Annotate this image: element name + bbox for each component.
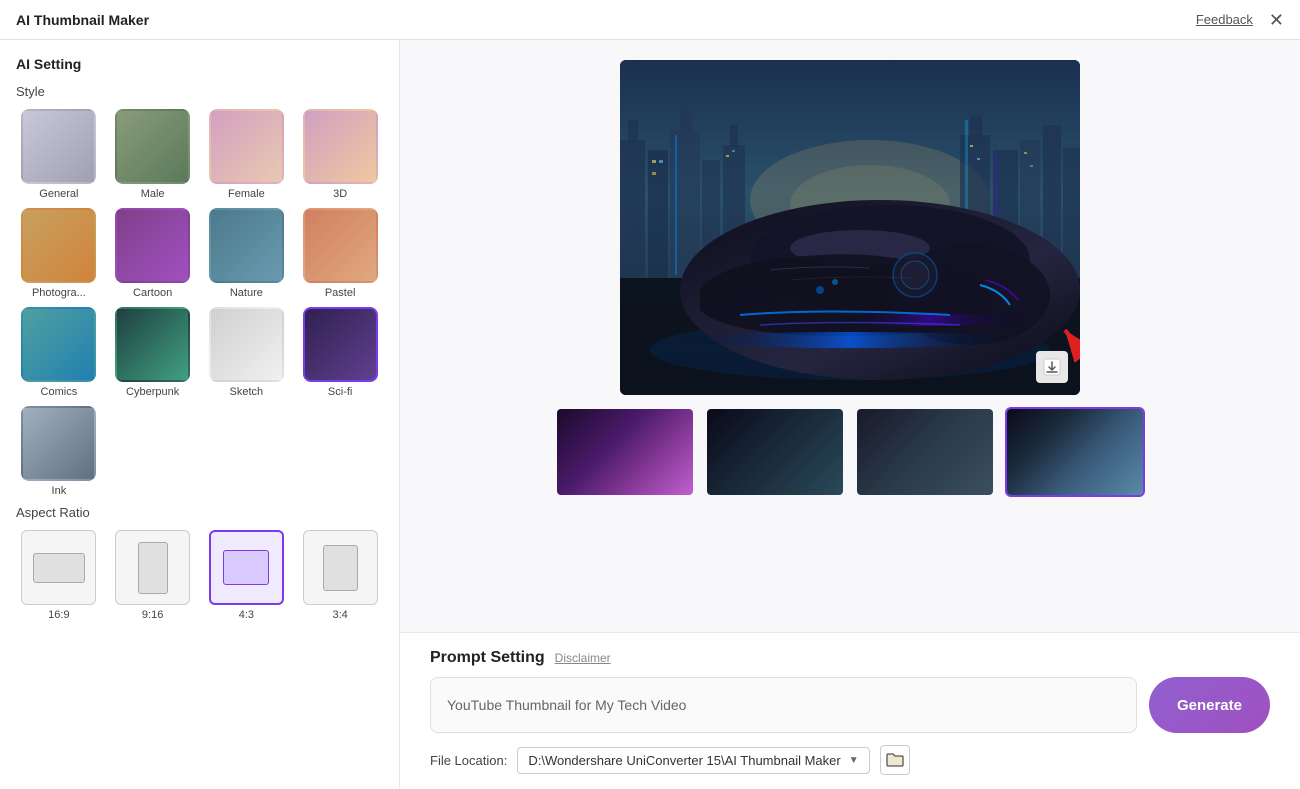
style-name-comics: Comics (41, 386, 78, 398)
style-name-photographic: Photogra... (32, 287, 86, 299)
prompt-input[interactable] (430, 677, 1137, 733)
style-name-general: General (39, 188, 78, 200)
close-button[interactable]: ✕ (1269, 11, 1284, 29)
prompt-header: Prompt Setting Disclaimer (430, 649, 1270, 667)
file-path-text: D:\Wondershare UniConverter 15\AI Thumbn… (528, 753, 840, 768)
aspect-inner-4-3 (223, 550, 269, 585)
aspect-box-4-3 (209, 530, 284, 605)
thumbnail-image-thumb3 (857, 409, 993, 495)
aspect-item-4-3[interactable]: 4:3 (204, 530, 290, 621)
style-item-female[interactable]: Female (204, 109, 290, 200)
style-image-comics (21, 307, 96, 382)
aspect-name-16-9: 16:9 (48, 609, 69, 621)
style-image-cartoon (115, 208, 190, 283)
style-image-3d (303, 109, 378, 184)
style-image-male (115, 109, 190, 184)
prompt-title: Prompt Setting (430, 649, 545, 667)
disclaimer-link[interactable]: Disclaimer (555, 651, 611, 665)
aspect-item-9-16[interactable]: 9:16 (110, 530, 196, 621)
style-image-photographic (21, 208, 96, 283)
main-layout: AI Setting Style General Male Female 3D Phot… (0, 40, 1300, 789)
download-button[interactable] (1036, 351, 1068, 383)
style-image-general (21, 109, 96, 184)
style-image-scifi (303, 307, 378, 382)
dropdown-arrow-icon: ▼ (849, 755, 859, 766)
aspect-name-4-3: 4:3 (239, 609, 254, 621)
style-item-cyberpunk[interactable]: Cyberpunk (110, 307, 196, 398)
aspect-inner-16-9 (33, 553, 85, 583)
title-bar-right: Feedback ✕ (1196, 11, 1284, 29)
thumbnail-strip (555, 407, 1145, 497)
title-bar-left: AI Thumbnail Maker (16, 12, 149, 28)
style-name-female: Female (228, 188, 265, 200)
thumbnail-image-thumb2 (707, 409, 843, 495)
title-bar: AI Thumbnail Maker Feedback ✕ (0, 0, 1300, 40)
thumbnail-thumb1[interactable] (555, 407, 695, 497)
prompt-row: Generate (430, 677, 1270, 733)
style-name-3d: 3D (333, 188, 347, 200)
style-label: Style (16, 84, 383, 99)
style-item-cartoon[interactable]: Cartoon (110, 208, 196, 299)
style-image-female (209, 109, 284, 184)
style-item-photographic[interactable]: Photogra... (16, 208, 102, 299)
style-name-cyberpunk: Cyberpunk (126, 386, 179, 398)
style-image-cyberpunk (115, 307, 190, 382)
preview-art (620, 60, 1080, 395)
bottom-section: Prompt Setting Disclaimer Generate File … (400, 632, 1300, 789)
style-name-cartoon: Cartoon (133, 287, 172, 299)
aspect-name-9-16: 9:16 (142, 609, 163, 621)
thumbnail-thumb2[interactable] (705, 407, 845, 497)
sidebar: AI Setting Style General Male Female 3D Phot… (0, 40, 400, 789)
style-item-3d[interactable]: 3D (297, 109, 383, 200)
aspect-grid: 16:9 9:16 4:3 3:4 (16, 530, 383, 621)
style-image-nature (209, 208, 284, 283)
preview-section (400, 40, 1300, 632)
style-item-ink[interactable]: Ink (16, 406, 102, 497)
aspect-box-3-4 (303, 530, 378, 605)
aspect-inner-3-4 (323, 545, 358, 591)
style-item-nature[interactable]: Nature (204, 208, 290, 299)
app-title: AI Thumbnail Maker (16, 12, 149, 28)
style-item-scifi[interactable]: Sci-fi (297, 307, 383, 398)
style-name-pastel: Pastel (325, 287, 356, 299)
aspect-box-16-9 (21, 530, 96, 605)
file-path-select[interactable]: D:\Wondershare UniConverter 15\AI Thumbn… (517, 747, 869, 774)
content-area: Prompt Setting Disclaimer Generate File … (400, 40, 1300, 789)
style-image-sketch (209, 307, 284, 382)
style-item-comics[interactable]: Comics (16, 307, 102, 398)
thumbnail-image-thumb4 (1007, 409, 1143, 495)
style-name-male: Male (141, 188, 165, 200)
aspect-item-16-9[interactable]: 16:9 (16, 530, 102, 621)
aspect-box-9-16 (115, 530, 190, 605)
file-location-row: File Location: D:\Wondershare UniConvert… (430, 745, 1270, 775)
style-image-ink (21, 406, 96, 481)
style-name-scifi: Sci-fi (328, 386, 352, 398)
style-item-sketch[interactable]: Sketch (204, 307, 290, 398)
aspect-ratio-label: Aspect Ratio (16, 505, 383, 520)
ai-setting-title: AI Setting (16, 56, 383, 72)
style-item-pastel[interactable]: Pastel (297, 208, 383, 299)
style-grid: General Male Female 3D Photogra... Cartoon Nat… (16, 109, 383, 497)
feedback-link[interactable]: Feedback (1196, 12, 1253, 27)
style-item-general[interactable]: General (16, 109, 102, 200)
style-name-nature: Nature (230, 287, 263, 299)
aspect-item-3-4[interactable]: 3:4 (297, 530, 383, 621)
aspect-name-3-4: 3:4 (332, 609, 347, 621)
aspect-inner-9-16 (138, 542, 168, 594)
style-name-ink: Ink (52, 485, 67, 497)
style-name-sketch: Sketch (230, 386, 264, 398)
thumbnail-thumb4[interactable] (1005, 407, 1145, 497)
style-item-male[interactable]: Male (110, 109, 196, 200)
generate-button[interactable]: Generate (1149, 677, 1270, 733)
file-location-label: File Location: (430, 753, 507, 768)
thumbnail-thumb3[interactable] (855, 407, 995, 497)
style-image-pastel (303, 208, 378, 283)
main-preview (620, 60, 1080, 395)
thumbnail-image-thumb1 (557, 409, 693, 495)
folder-button[interactable] (880, 745, 910, 775)
